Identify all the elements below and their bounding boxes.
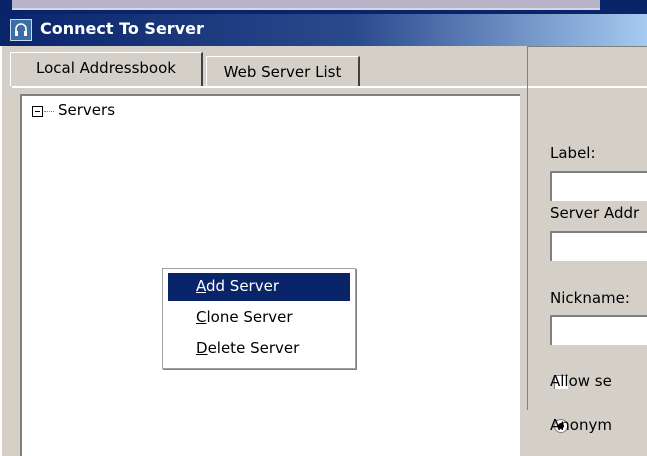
nickname-input[interactable] [550, 315, 647, 345]
label-field-label: Label: [550, 144, 596, 162]
headphones-icon [10, 19, 32, 41]
menu-mnemonic: C [196, 308, 207, 326]
allow-checkbox-label: Allow se [550, 372, 612, 390]
label-input[interactable] [550, 171, 647, 201]
background-window-content [12, 0, 600, 10]
tree-connector [44, 111, 54, 112]
server-address-label: Server Addr [550, 204, 640, 222]
menu-item-clone-server[interactable]: Clone Server [168, 304, 350, 332]
window-title: Connect To Server [40, 19, 204, 38]
nickname-label: Nickname: [550, 289, 630, 307]
menu-item-label: dd Server [206, 277, 280, 295]
collapse-icon[interactable] [32, 106, 43, 117]
tab-local-addressbook[interactable]: Local Addressbook [10, 52, 203, 86]
server-address-input[interactable] [550, 231, 647, 261]
menu-item-delete-server[interactable]: Delete Server [168, 335, 350, 363]
tree-item-servers[interactable]: Servers [58, 101, 115, 119]
server-details-panel: Label: Server Addr Nickname: Allow se An… [527, 46, 647, 434]
menu-item-label: elete Server [207, 339, 300, 357]
context-menu: Add Server Clone Server Delete Server [162, 268, 356, 369]
menu-mnemonic: D [196, 339, 208, 357]
background-window-strip [0, 0, 647, 14]
menu-item-add-server[interactable]: Add Server [168, 273, 350, 301]
title-bar[interactable]: Connect To Server [0, 14, 647, 46]
menu-item-label: lone Server [206, 308, 293, 326]
menu-mnemonic: A [196, 277, 206, 295]
anonymous-radio-label: Anonym [550, 416, 612, 434]
tab-web-server-list[interactable]: Web Server List [206, 56, 360, 86]
